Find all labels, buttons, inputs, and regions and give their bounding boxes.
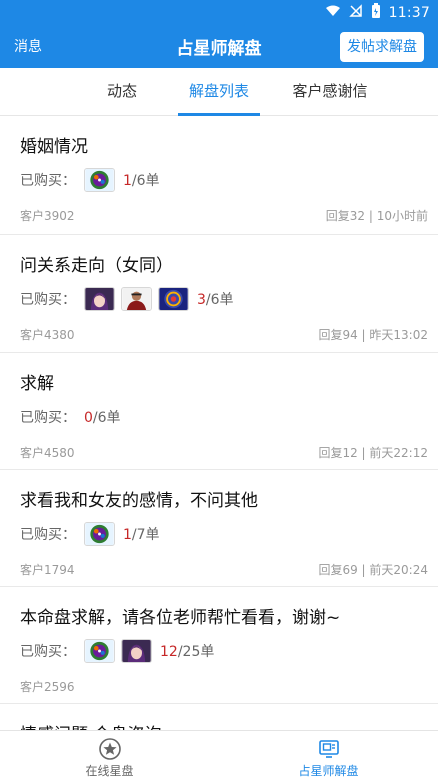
list-item[interactable]: 婚姻情况 已购买： 1/6单 客户3902 回复32 | 10小时前 bbox=[0, 116, 438, 235]
purchase-count: 1/6单 bbox=[123, 170, 160, 190]
purchased-label: 已购买： bbox=[20, 644, 76, 660]
client-id: 客户4380 bbox=[20, 327, 75, 342]
chart-wheel-icon[interactable] bbox=[84, 639, 115, 663]
client-id: 客户3902 bbox=[20, 208, 75, 223]
purchase-count-total: /7单 bbox=[131, 527, 160, 543]
purchase-count-number: 3 bbox=[197, 292, 206, 308]
wifi-icon bbox=[325, 4, 341, 22]
tab-reading-list[interactable]: 解盘列表 bbox=[170, 68, 268, 116]
chart-wheel-icon[interactable] bbox=[84, 522, 115, 546]
post-title: 问关系走向（女同） bbox=[20, 256, 173, 276]
signal-off-icon bbox=[348, 4, 363, 22]
post-meta: 客户3902 回复32 | 10小时前 bbox=[20, 206, 428, 224]
nav-label: 在线星盘 bbox=[85, 764, 134, 778]
mandala-avatar[interactable] bbox=[158, 287, 189, 311]
status-time: 11:37 bbox=[388, 5, 430, 21]
anime-girl-avatar[interactable] bbox=[121, 639, 152, 663]
purchased-avatars bbox=[84, 522, 115, 546]
reply-time: 回复12 | 前天22:12 bbox=[318, 445, 428, 460]
reply-time: 回复32 | 10小时前 bbox=[325, 208, 428, 223]
reading-list[interactable]: 婚姻情况 已购买： 1/6单 客户3902 回复32 | 10小时前 问关系走向… bbox=[0, 116, 438, 730]
purchase-count-total: /6单 bbox=[205, 292, 234, 308]
app-bar: 消息 占星师解盘 发帖求解盘 bbox=[0, 24, 438, 68]
nav-online-chart[interactable]: 在线星盘 bbox=[0, 731, 219, 778]
purchased-row: 已购买： 0/6单 bbox=[20, 405, 121, 429]
purchased-label: 已购买： bbox=[20, 173, 76, 189]
purchase-count-total: /6单 bbox=[131, 173, 160, 189]
purchase-count-total: /6单 bbox=[92, 410, 121, 426]
nav-label: 占星师解盘 bbox=[298, 764, 359, 778]
post-meta: 客户2596 bbox=[20, 677, 428, 695]
purchased-row: 已购买： 12/25单 bbox=[20, 639, 214, 663]
chart-wheel-icon[interactable] bbox=[84, 168, 115, 192]
anime-girl-avatar[interactable] bbox=[84, 287, 115, 311]
bottom-navigation: 在线星盘 占星师解盘 bbox=[0, 730, 438, 778]
purchased-avatars bbox=[84, 287, 189, 311]
purchase-count-number: 1 bbox=[123, 173, 132, 189]
post-title: 情感问题 合盘咨询 bbox=[20, 720, 161, 730]
reply-time: 回复69 | 前天20:24 bbox=[318, 562, 428, 577]
reply-time: 回复94 | 昨天13:02 bbox=[318, 327, 428, 342]
tab-feed[interactable]: 动态 bbox=[86, 68, 158, 116]
client-id: 客户4580 bbox=[20, 445, 75, 460]
post-meta: 客户4380 回复94 | 昨天13:02 bbox=[20, 325, 428, 343]
purchased-label: 已购买： bbox=[20, 410, 76, 426]
purchased-avatars bbox=[84, 168, 115, 192]
purchased-row: 已购买： 1/6单 bbox=[20, 168, 160, 192]
status-icons: 11:37 bbox=[325, 3, 430, 23]
status-bar: 11:37 bbox=[0, 0, 438, 24]
purchased-avatars bbox=[84, 639, 152, 663]
list-item[interactable]: 本命盘求解，请各位老师帮忙看看，谢谢~ 已购买： 12/25单 客户2596 bbox=[0, 587, 438, 704]
client-id: 客户2596 bbox=[20, 679, 75, 694]
list-item[interactable]: 问关系走向（女同） 已购买： 3/6单 客户4380 回复94 | 昨天13:0… bbox=[0, 235, 438, 353]
purchase-count-number: 12 bbox=[160, 644, 178, 660]
post-meta: 客户4580 回复12 | 前天22:12 bbox=[20, 443, 428, 461]
purchased-label: 已购买： bbox=[20, 292, 76, 308]
purchased-label: 已购买： bbox=[20, 527, 76, 543]
purchase-count: 1/7单 bbox=[123, 524, 160, 544]
purchase-count: 12/25单 bbox=[160, 641, 214, 661]
post-meta: 客户1794 回复69 | 前天20:24 bbox=[20, 560, 428, 578]
purchase-count: 3/6单 bbox=[197, 289, 234, 309]
client-id: 客户1794 bbox=[20, 562, 75, 577]
purchased-row: 已购买： 1/7单 bbox=[20, 522, 160, 546]
battery-icon bbox=[371, 3, 381, 23]
purchase-count-number: 1 bbox=[123, 527, 132, 543]
purchase-count: 0/6单 bbox=[84, 407, 121, 427]
list-item[interactable]: 情感问题 合盘咨询 bbox=[0, 704, 438, 730]
purchase-count-number: 0 bbox=[84, 410, 93, 426]
post-title: 婚姻情况 bbox=[20, 137, 88, 157]
man-avatar[interactable] bbox=[121, 287, 152, 311]
tab-thank-you-letters[interactable]: 客户感谢信 bbox=[276, 68, 384, 116]
list-item[interactable]: 求解 已购买： 0/6单 客户4580 回复12 | 前天22:12 bbox=[0, 353, 438, 470]
purchased-row: 已购买： 3/6单 bbox=[20, 287, 234, 311]
tab-bar: 动态 解盘列表 客户感谢信 bbox=[0, 68, 438, 116]
chart-reading-icon bbox=[317, 737, 341, 761]
post-title: 本命盘求解，请各位老师帮忙看看，谢谢~ bbox=[20, 608, 341, 628]
star-circle-icon bbox=[98, 737, 122, 761]
post-title: 求解 bbox=[20, 374, 54, 394]
nav-astrologer-reading[interactable]: 占星师解盘 bbox=[219, 731, 438, 778]
post-request-button[interactable]: 发帖求解盘 bbox=[340, 32, 424, 62]
list-item[interactable]: 求看我和女友的感情，不问其他 已购买： 1/7单 客户1794 回复69 | 前… bbox=[0, 470, 438, 587]
purchase-count-total: /25单 bbox=[177, 644, 215, 660]
post-title: 求看我和女友的感情，不问其他 bbox=[20, 491, 258, 511]
